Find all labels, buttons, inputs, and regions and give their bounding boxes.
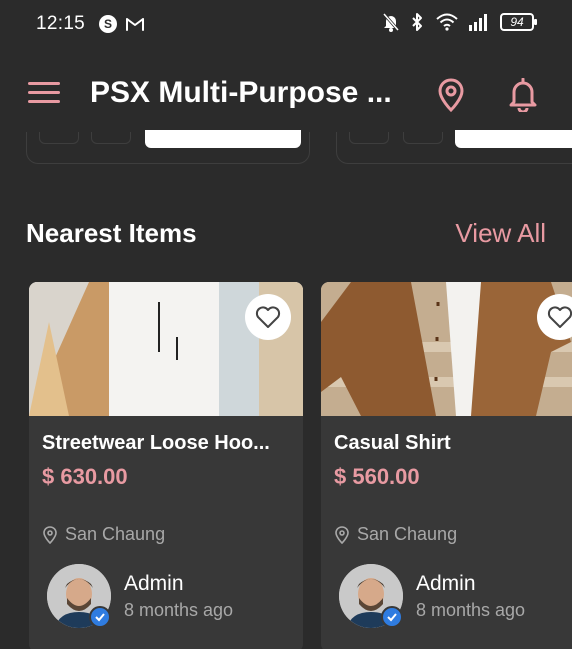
location-pin-icon [335,525,349,544]
verified-badge-icon [89,606,111,628]
item-location: San Chaung [335,524,457,545]
location-label: San Chaung [65,524,166,544]
mute-icon [382,13,400,32]
item-image [29,282,303,416]
item-price: $ 630.00 [42,464,128,489]
item-location: San Chaung [43,524,165,545]
app-bar: PSX Multi-Purpose ... [0,60,572,132]
app-title: PSX Multi-Purpose ... [90,76,392,109]
post-time: 8 months ago [124,600,234,620]
bell-icon[interactable] [508,78,538,112]
status-bar: 12:15 S 94 [0,0,572,48]
view-all-link[interactable]: View All [455,218,546,249]
wifi-icon [436,13,458,31]
previous-card [26,130,310,164]
previous-card [336,130,572,164]
bluetooth-icon [412,13,422,31]
section-title: Nearest Items [26,218,197,248]
skype-icon: S [99,15,118,33]
post-time: 8 months ago [416,600,526,620]
heart-icon [547,306,572,328]
gmail-icon [126,18,145,31]
location-pin-icon [43,525,57,544]
favorite-button[interactable] [245,294,291,340]
verified-badge-icon [381,606,403,628]
location-label: San Chaung [357,524,458,544]
item-title: Streetwear Loose Hoo... [42,432,270,454]
owner-name: Admin [416,572,476,595]
item-image [321,282,572,416]
item-card[interactable]: Casual Shirt $ 560.00 San Chaung Admin 8… [321,282,572,649]
owner-name: Admin [124,572,184,595]
battery-indicator: 94 [500,13,537,31]
location-icon[interactable] [438,78,464,112]
signal-icon [469,14,487,31]
item-card[interactable]: Streetwear Loose Hoo... $ 630.00 San Cha… [29,282,303,649]
item-price: $ 560.00 [334,464,420,489]
item-title: Casual Shirt [334,432,451,454]
menu-icon[interactable] [28,82,60,108]
status-time: 12:15 [36,13,86,34]
heart-icon [255,306,281,328]
